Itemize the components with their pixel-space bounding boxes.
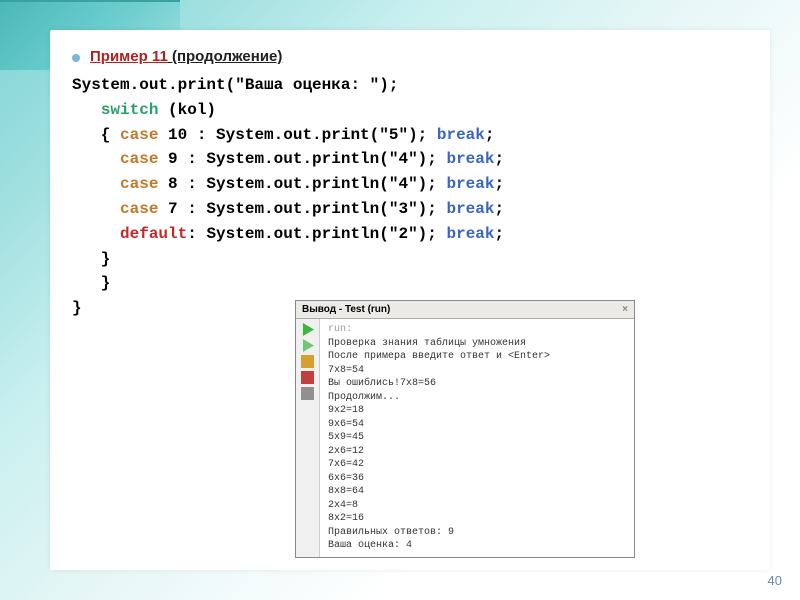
code-line-1: System.out.print("Ваша оценка: "); [72,76,398,94]
out-line: После примера введите ответ и <Enter> [328,350,626,364]
run-icon[interactable] [301,323,314,336]
pad6 [72,200,120,218]
run-again-icon[interactable] [301,339,314,352]
out-line: 9x6=54 [328,418,626,432]
code-l4-mid: 9 : System.out.println("4"); [158,150,446,168]
code-block: System.out.print("Ваша оценка: "); switc… [72,73,748,321]
out-line: 7x8=54 [328,364,626,378]
bullet-icon [72,54,80,62]
kw-case-7: case [120,200,158,218]
kw-switch: switch [101,101,159,119]
kw-break-5: break [446,225,494,243]
code-l9: } [72,274,110,292]
gutter-icon-1[interactable] [301,355,314,368]
out-line: 2x6=12 [328,445,626,459]
output-gutter [296,319,320,557]
slide-body: Пример 11 (продолжение) System.out.print… [50,30,770,570]
pad4 [72,150,120,168]
out-line: Вы ошиблись!7x8=56 [328,377,626,391]
gutter-icon-2[interactable] [301,387,314,400]
out-line: 5x9=45 [328,431,626,445]
close-icon[interactable]: × [622,304,628,315]
out-line: 6x6=36 [328,472,626,486]
output-window: Вывод - Test (run) × run: Проверка знани… [295,300,635,558]
out-line: 9x2=18 [328,404,626,418]
kw-break-4: break [446,200,494,218]
stop-icon[interactable] [301,371,314,384]
pad7 [72,225,120,243]
code-l5-mid: 8 : System.out.println("4"); [158,175,446,193]
output-tab-label: Вывод - Test (run) [302,304,390,315]
semi-5: ; [495,225,505,243]
kw-break-3: break [446,175,494,193]
semi-4: ; [494,200,504,218]
out-line: 8x2=16 [328,512,626,526]
out-line: 7x6=42 [328,458,626,472]
output-body: run: Проверка знания таблицы умножения П… [296,319,634,557]
kw-case-9: case [120,150,158,168]
code-l3-mid: 10 : System.out.print("5"); [158,126,436,144]
out-line: Проверка знания таблицы умножения [328,337,626,351]
code-l6-mid: 7 : System.out.println("3"); [158,200,446,218]
code-l7-mid: : System.out.println("2"); [187,225,446,243]
continuation-label: (продолжение) [168,48,283,65]
semi-3: ; [494,175,504,193]
kw-default: default [120,225,187,243]
code-l10: } [72,299,82,317]
kw-break-2: break [446,150,494,168]
run-label: run: [328,323,626,337]
semi-2: ; [494,150,504,168]
pad5 [72,175,120,193]
code-l2-rest: (kol) [158,101,216,119]
out-line: 8x8=64 [328,485,626,499]
output-lines: run: Проверка знания таблицы умножения П… [320,319,634,557]
out-line: Продолжим... [328,391,626,405]
example-label: Пример 11 [90,48,168,65]
code-l3-open: { [72,126,120,144]
out-line: Правильных ответов: 9 [328,526,626,540]
code-l8: } [72,250,110,268]
kw-case-8: case [120,175,158,193]
slide-number: 40 [768,573,782,588]
output-tab[interactable]: Вывод - Test (run) × [296,301,634,319]
semi-1: ; [485,126,495,144]
out-line: Ваша оценка: 4 [328,539,626,553]
slide-title: Пример 11 (продолжение) [90,48,282,65]
out-line: 2x4=8 [328,499,626,513]
kw-case-10: case [120,126,158,144]
title-row: Пример 11 (продолжение) [72,48,748,65]
kw-break-1: break [437,126,485,144]
